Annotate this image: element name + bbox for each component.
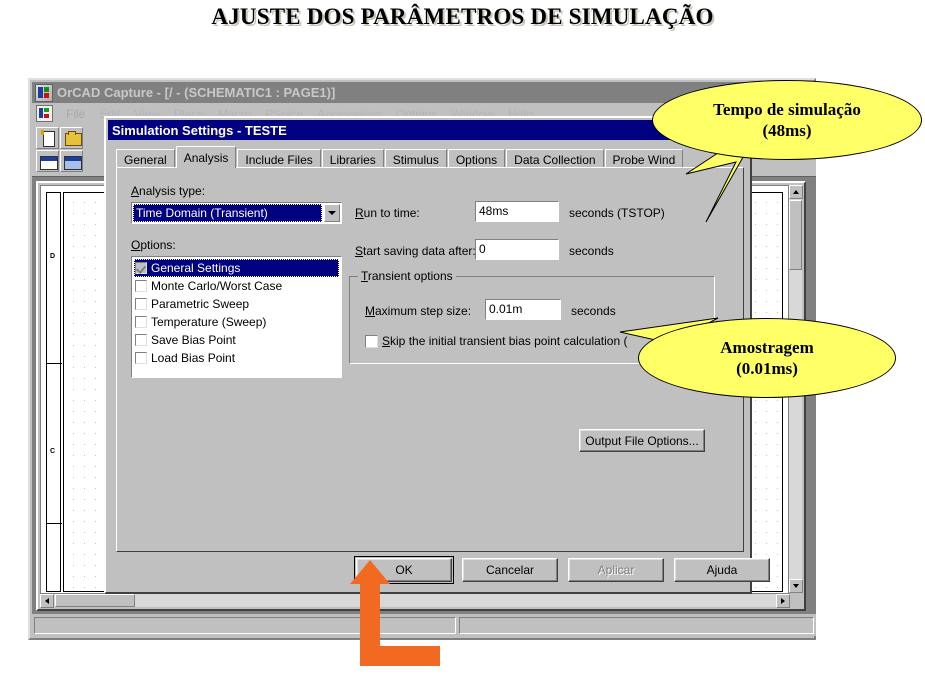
toolbar-row-2 (36, 150, 84, 172)
list-item[interactable]: Temperature (Sweep) (134, 313, 339, 331)
tab-include-files[interactable]: Include Files (237, 149, 321, 168)
document-icon (36, 105, 53, 122)
skip-bias-point-checkbox-row[interactable]: Skip the initial transient bias point ca… (365, 334, 627, 348)
start-saving-data-label: Start saving data after: (355, 244, 476, 258)
list-item-label: Temperature (Sweep) (151, 315, 267, 329)
list-item-label: General Settings (151, 261, 241, 275)
help-button[interactable]: Ajuda (674, 558, 770, 582)
list-item-label: Parametric Sweep (151, 297, 250, 311)
scroll-right-button[interactable] (776, 594, 790, 608)
new-file-button[interactable] (36, 127, 59, 149)
checkbox-icon[interactable] (135, 280, 147, 292)
application-title: OrCAD Capture - [/ - (SCHEMATIC1 : PAGE1… (57, 85, 336, 100)
maximum-step-size-input[interactable]: 0.01m (485, 299, 561, 320)
checkbox-icon[interactable] (135, 352, 147, 364)
maximum-step-size-units: seconds (571, 304, 616, 318)
ok-button-pointer-arrow (350, 560, 440, 666)
checkbox-icon[interactable] (135, 298, 147, 310)
run-to-time-units: seconds (TSTOP) (569, 206, 665, 220)
callout-line-2: (48ms) (762, 121, 812, 140)
new-window-icon (40, 156, 58, 170)
menu-item-file[interactable]: File (59, 105, 92, 123)
apply-button: Aplicar (568, 558, 664, 582)
apply-label: Aplicar (597, 563, 635, 577)
callout-line-2: (0.01ms) (736, 359, 798, 378)
run-to-time-input[interactable]: 48ms (475, 201, 559, 222)
tab-probe-window[interactable]: Probe Wind (604, 149, 684, 168)
tab-stimulus[interactable]: Stimulus (384, 149, 447, 168)
zone-label-c: C (50, 448, 56, 455)
tab-options[interactable]: Options (447, 149, 506, 168)
callout-line-1: Amostragem (720, 337, 814, 357)
cancel-button[interactable]: Cancelar (462, 558, 558, 582)
open-file-button[interactable] (60, 127, 83, 149)
cancel-label: Cancelar (485, 563, 535, 577)
tab-analysis[interactable]: Analysis (175, 146, 237, 168)
skip-bias-point-label: Skip the initial transient bias point ca… (382, 334, 628, 348)
zone-label-d: D (50, 253, 56, 260)
options-listbox[interactable]: General Settings Monte Carlo/Worst Case … (131, 256, 342, 378)
chevron-down-icon[interactable] (324, 204, 340, 222)
chevron-left-icon (45, 598, 49, 604)
scroll-left-button[interactable] (40, 594, 54, 608)
start-saving-data-units: seconds (569, 244, 614, 258)
transient-options-title: Transient options (358, 269, 456, 283)
sampling-callout-bubble: Amostragem (0.01ms) (638, 318, 896, 398)
callout-line-1: Tempo de simulação (713, 99, 861, 119)
list-item[interactable]: General Settings (134, 259, 339, 277)
window-button[interactable] (60, 150, 83, 172)
output-file-options-button[interactable]: Output File Options... (579, 429, 705, 452)
tab-data-collection[interactable]: Data Collection (506, 149, 604, 168)
list-item-label: Monte Carlo/Worst Case (151, 279, 283, 293)
chevron-down-icon (793, 584, 799, 588)
chevron-up-icon (793, 190, 799, 194)
dialog-tabstrip[interactable]: General Analysis Include Files Libraries… (116, 146, 744, 168)
run-to-time-label: Run to time: (355, 206, 420, 220)
vertical-scroll-thumb[interactable] (789, 200, 802, 270)
open-folder-icon (65, 131, 82, 146)
status-secondary (459, 616, 814, 634)
analysis-type-value[interactable]: Time Domain (Transient) (133, 204, 322, 222)
help-label: Ajuda (706, 563, 738, 577)
analysis-type-label: Analysis type: (131, 184, 206, 198)
window-icon (64, 156, 82, 170)
tab-libraries[interactable]: Libraries (321, 149, 384, 168)
chevron-right-icon (781, 598, 785, 604)
options-label: Options: (131, 238, 176, 252)
zone-divider (47, 363, 62, 364)
checkbox-icon[interactable] (135, 262, 147, 274)
list-item[interactable]: Load Bias Point (134, 349, 339, 367)
scroll-down-button[interactable] (789, 579, 803, 593)
dialog-title: Simulation Settings - TESTE (112, 122, 287, 138)
toolbar-row-1 (36, 127, 84, 149)
orcad-app-icon (35, 83, 53, 102)
output-file-options-label: Output File Options... (585, 433, 699, 448)
new-file-icon (39, 130, 55, 147)
list-item[interactable]: Save Bias Point (134, 331, 339, 349)
list-item[interactable]: Monte Carlo/Worst Case (134, 277, 339, 295)
simulation-time-callout-bubble: Tempo de simulação (48ms) (652, 80, 922, 160)
horizontal-scroll-thumb[interactable] (55, 594, 135, 607)
start-saving-data-input[interactable]: 0 (475, 239, 559, 260)
new-window-button[interactable] (36, 150, 59, 172)
zone-divider (47, 523, 62, 524)
analysis-type-combo[interactable]: Time Domain (Transient) (131, 202, 342, 224)
checkbox-icon[interactable] (135, 316, 147, 328)
checkbox-icon[interactable] (365, 334, 378, 348)
list-item-label: Load Bias Point (151, 351, 236, 365)
list-item-label: Save Bias Point (151, 333, 236, 347)
page-title: AJUSTE DOS PARÂMETROS DE SIMULAÇÃO (211, 4, 714, 29)
schematic-zone-strip: D C (46, 192, 62, 592)
checkbox-icon[interactable] (135, 334, 147, 346)
maximum-step-size-label: Maximum step size: (365, 304, 472, 318)
list-item[interactable]: Parametric Sweep (134, 295, 339, 313)
scroll-up-button[interactable] (789, 185, 803, 199)
tab-general[interactable]: General (116, 149, 175, 168)
